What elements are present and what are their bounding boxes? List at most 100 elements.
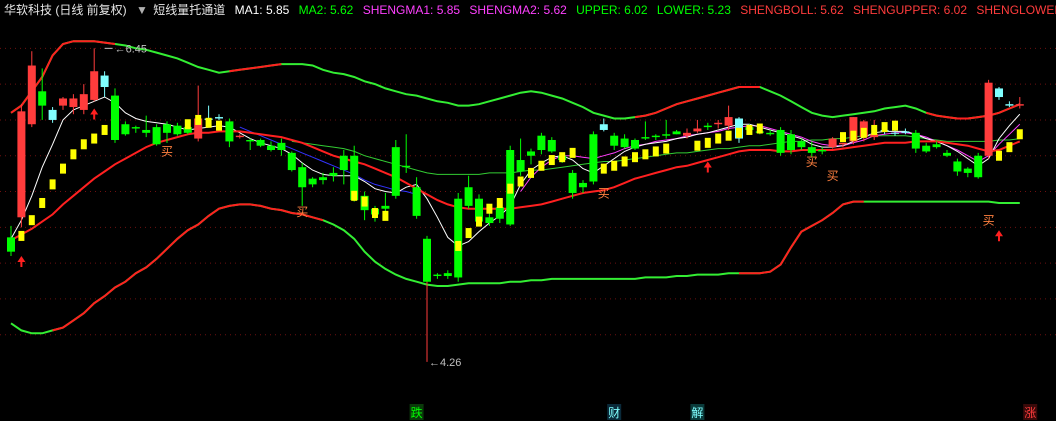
candle-body xyxy=(1015,104,1024,106)
candle-body xyxy=(391,147,400,196)
yellow-mark xyxy=(642,149,649,160)
yellow-mark xyxy=(611,160,618,171)
candle-body xyxy=(402,165,411,168)
yellow-mark xyxy=(860,127,867,138)
candle-body xyxy=(267,145,275,151)
yellow-mark xyxy=(486,203,493,214)
candle-body xyxy=(38,91,47,106)
yellow-mark xyxy=(455,240,462,251)
candle-body xyxy=(537,135,546,151)
yellow-mark xyxy=(517,176,524,187)
candle-body xyxy=(714,122,723,125)
up-arrow-icon xyxy=(703,161,712,173)
up-arrow-icon xyxy=(90,108,99,120)
candle-body xyxy=(662,134,671,136)
candle-body xyxy=(922,145,931,152)
candle-body xyxy=(766,132,775,135)
yellow-mark xyxy=(756,123,763,134)
candle-body xyxy=(1005,104,1014,106)
candle-body xyxy=(111,95,119,140)
candle-body xyxy=(963,168,972,173)
price-chart[interactable]: ←6.45←4.26买买买买买买跌财解涨 xyxy=(0,0,1056,421)
event-marker: 跌 xyxy=(411,405,423,420)
yellow-mark xyxy=(80,139,87,150)
yellow-mark xyxy=(496,197,503,208)
yellow-mark xyxy=(351,190,358,201)
buy-signal: 买 xyxy=(161,145,173,159)
candle-body xyxy=(527,151,535,156)
event-marker: 财 xyxy=(608,406,620,420)
lower-band-line xyxy=(10,200,1020,335)
candle-body xyxy=(48,109,57,120)
high-price-label: ←6.45 xyxy=(115,43,147,55)
yellow-mark xyxy=(704,137,711,148)
candle-body xyxy=(641,137,650,139)
candle-body xyxy=(225,121,234,142)
candle-body xyxy=(828,138,837,148)
candle-body xyxy=(7,237,15,252)
candle-body xyxy=(683,132,691,136)
candle-body xyxy=(724,117,733,126)
candle-body xyxy=(620,138,629,148)
candle-body xyxy=(797,141,806,148)
candle-body xyxy=(454,198,463,278)
candle-body xyxy=(163,124,171,133)
candle-body xyxy=(381,205,390,209)
yellow-mark xyxy=(382,210,389,221)
yellow-mark xyxy=(49,179,56,190)
candle-body xyxy=(953,161,962,172)
yellow-mark xyxy=(600,163,607,174)
yellow-mark xyxy=(60,163,66,174)
candle-body xyxy=(547,139,556,152)
candle-body xyxy=(984,82,993,156)
yellow-mark xyxy=(91,133,98,144)
candle-body xyxy=(807,147,816,153)
candle-body xyxy=(901,131,910,133)
yellow-mark xyxy=(528,167,534,178)
buy-signal: 买 xyxy=(296,205,308,219)
buy-signal: 买 xyxy=(806,155,818,169)
candle-body xyxy=(818,150,827,152)
candle-body xyxy=(308,178,317,185)
candle-body xyxy=(974,155,983,178)
buy-signal: 买 xyxy=(827,169,839,183)
yellow-mark xyxy=(736,127,742,138)
yellow-mark xyxy=(663,143,670,154)
candle-body xyxy=(256,139,265,146)
candle-body xyxy=(672,131,681,135)
yellow-mark xyxy=(569,147,576,158)
candle-body xyxy=(516,160,525,172)
candle-body xyxy=(579,182,587,188)
yellow-mark xyxy=(652,146,659,157)
candle-body xyxy=(631,139,639,149)
upper-band-line xyxy=(10,40,1021,120)
candle-body xyxy=(412,187,421,216)
candle-body xyxy=(339,155,348,171)
yellow-mark xyxy=(476,216,482,227)
candle-body xyxy=(693,128,702,132)
low-price-label: ←4.26 xyxy=(429,357,461,369)
yellow-mark xyxy=(996,150,1002,161)
candle-body xyxy=(17,111,26,218)
yellow-mark xyxy=(507,183,514,194)
candle-body xyxy=(443,273,452,277)
candle-body xyxy=(69,98,78,108)
candle-body xyxy=(599,124,608,130)
yellow-mark xyxy=(850,130,857,141)
yellow-mark xyxy=(559,152,566,163)
white-ma-line xyxy=(10,96,1021,247)
yellow-mark xyxy=(871,124,878,135)
yellow-mark xyxy=(1006,142,1013,153)
candle-body xyxy=(932,144,941,148)
up-arrow-icon xyxy=(17,255,26,267)
yellow-mark xyxy=(1016,129,1023,140)
yellow-mark xyxy=(101,124,108,135)
yellow-mark xyxy=(632,152,638,163)
yellow-mark xyxy=(372,208,378,219)
candle-body xyxy=(131,127,140,129)
yellow-mark xyxy=(725,130,732,141)
yellow-mark xyxy=(18,230,25,241)
candle-body xyxy=(568,172,577,193)
candle-body xyxy=(277,142,286,151)
candle-body xyxy=(329,172,338,176)
